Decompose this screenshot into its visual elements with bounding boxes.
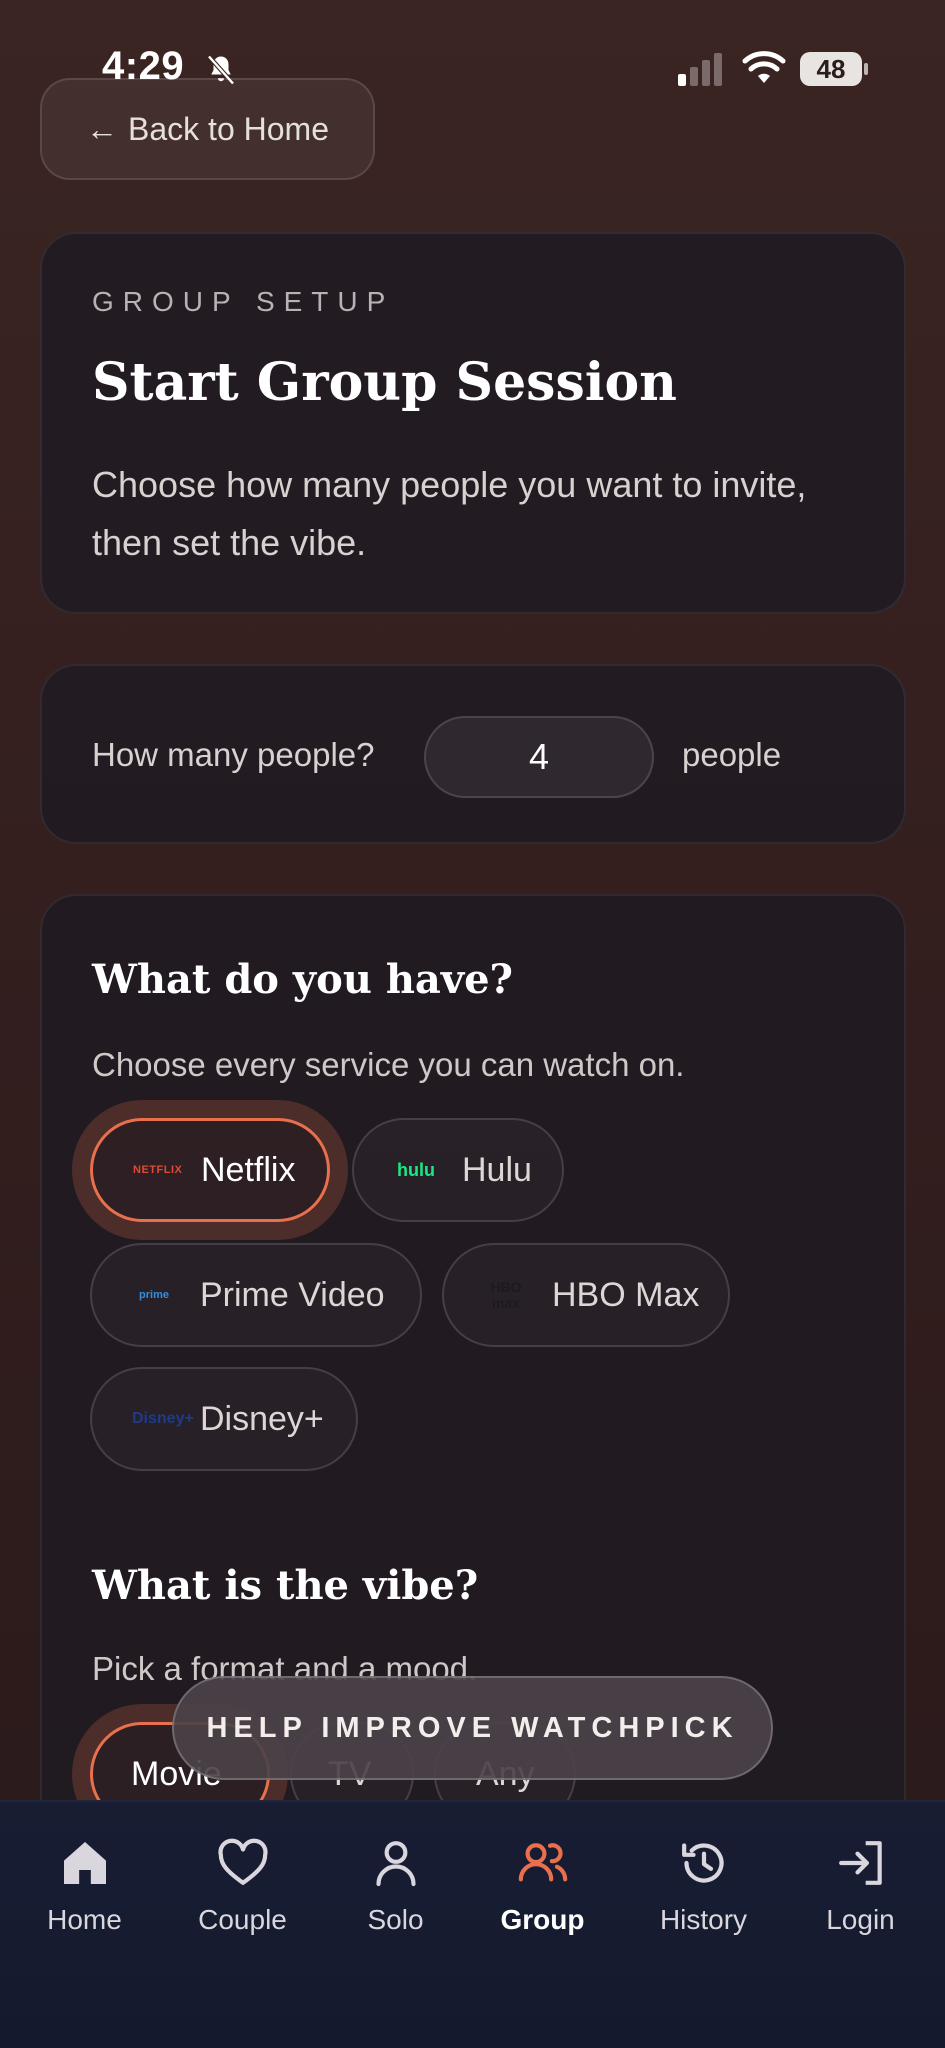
service-label: HBO Max: [552, 1275, 700, 1314]
tab-history[interactable]: History: [625, 1802, 782, 1962]
battery-icon: 48: [800, 52, 868, 86]
services-title: What do you have?: [92, 956, 513, 1003]
group-icon: [518, 1843, 567, 1882]
tab-label: Login: [826, 1904, 895, 1935]
disney-plus-logo-icon: Disney+: [132, 1410, 194, 1427]
page-description: Choose how many people you want to invit…: [92, 464, 807, 563]
bottom-tab-bar: Home Couple Solo Group History Login: [0, 1800, 945, 2048]
tab-home[interactable]: Home: [6, 1802, 163, 1962]
signal-icon: [678, 53, 722, 86]
people-count-label: How many people?: [92, 736, 375, 773]
prime-video-logo-icon: prime: [139, 1289, 169, 1301]
battery-level: 48: [800, 52, 862, 86]
page-title: Start Group Session: [92, 352, 677, 413]
vibe-title: What is the vibe?: [92, 1562, 479, 1609]
eyebrow-label: GROUP SETUP: [92, 286, 395, 317]
tab-group[interactable]: Group: [464, 1802, 621, 1962]
tab-label: Group: [500, 1904, 585, 1935]
heart-icon: [217, 1838, 268, 1885]
tab-solo[interactable]: Solo: [317, 1802, 474, 1962]
service-label: Hulu: [462, 1150, 532, 1189]
people-count-input[interactable]: 4: [424, 716, 654, 798]
login-icon: [838, 1841, 882, 1885]
service-chip-hbo-max[interactable]: HBO max HBO Max: [442, 1243, 730, 1347]
back-to-home-button[interactable]: ← Back to Home: [40, 78, 375, 180]
service-label: Prime Video: [200, 1275, 385, 1314]
hbo-max-logo-icon: HBO max: [490, 1279, 522, 1311]
people-count-suffix: people: [682, 736, 782, 773]
service-chip-hulu[interactable]: hulu Hulu: [352, 1118, 564, 1222]
home-icon: [63, 1842, 106, 1884]
arrow-left-icon: ←: [86, 110, 119, 147]
history-icon: [681, 1843, 724, 1883]
service-chip-netflix[interactable]: NETFLIX Netflix: [90, 1118, 330, 1222]
service-chip-disney-plus[interactable]: Disney+ Disney+: [90, 1367, 358, 1471]
person-icon: [375, 1841, 416, 1887]
tab-couple[interactable]: Couple: [164, 1802, 321, 1962]
tab-login[interactable]: Login: [782, 1802, 939, 1962]
netflix-logo-icon: NETFLIX: [133, 1164, 183, 1176]
service-chip-prime-video[interactable]: prime Prime Video: [90, 1243, 422, 1347]
tab-label: Couple: [198, 1904, 287, 1935]
tab-label: Home: [47, 1904, 122, 1935]
group-setup-card: GROUP SETUP Start Group Session Choose h…: [40, 232, 906, 614]
wifi-icon: [742, 51, 786, 83]
hulu-logo-icon: hulu: [397, 1159, 435, 1180]
help-improve-banner[interactable]: HELP IMPROVE WATCHPICK: [172, 1676, 773, 1780]
service-label: Disney+: [200, 1399, 324, 1438]
people-count-card: How many people? 4 people: [40, 664, 906, 844]
tab-label: Solo: [367, 1904, 424, 1935]
tab-label: History: [659, 1904, 748, 1935]
services-description: Choose every service you can watch on.: [92, 1046, 685, 1083]
back-to-home-label: Back to Home: [128, 110, 329, 147]
service-label: Netflix: [201, 1150, 296, 1189]
